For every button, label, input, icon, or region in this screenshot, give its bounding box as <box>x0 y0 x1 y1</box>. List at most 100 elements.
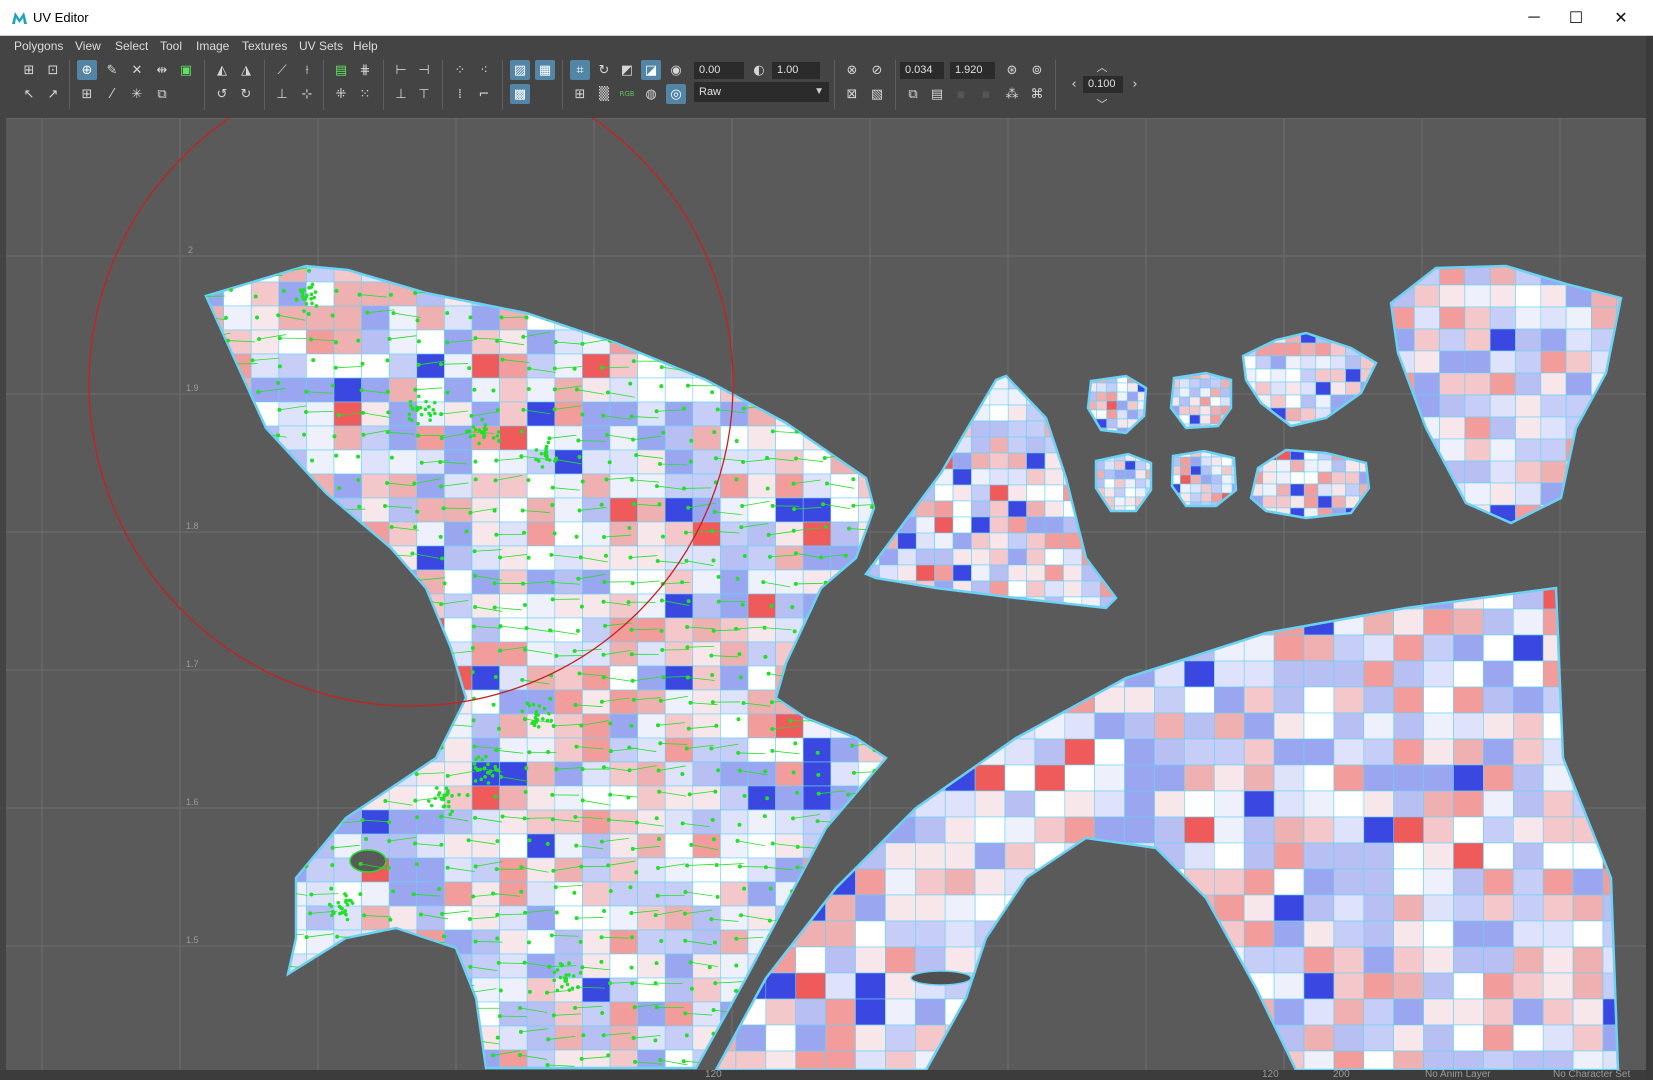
uv-face <box>1094 1024 1125 1052</box>
menu-textures[interactable]: Textures <box>242 39 287 53</box>
rotate-cw-icon[interactable]: ↻ <box>236 84 256 104</box>
align-top-icon[interactable]: ⊤ <box>414 84 434 104</box>
menu-image[interactable]: Image <box>196 39 229 53</box>
uv-select-icon[interactable]: ⊡ <box>43 60 63 80</box>
grid-snap-icon[interactable]: ⁞ <box>450 84 470 104</box>
flip-v-icon[interactable]: ◮ <box>236 60 256 80</box>
uv-edge <box>819 599 847 603</box>
uv-face <box>1190 474 1202 485</box>
uv-toolkit-icon[interactable]: ⌘ <box>1027 84 1047 104</box>
uv-shell-select-icon[interactable]: ⊞ <box>19 60 39 80</box>
delete-uv-icon[interactable]: ✕ <box>127 60 147 80</box>
uv-face <box>1034 790 1066 818</box>
color-management-icon[interactable]: ◎ <box>666 84 686 104</box>
paste-uv-icon[interactable]: ▤ <box>927 84 947 104</box>
sew-uv-icon[interactable]: ⇹ <box>152 60 172 80</box>
uv-face <box>879 404 899 422</box>
gamma-icon[interactable]: ◐ <box>749 60 769 80</box>
stack-shells-icon[interactable]: ⁜ <box>331 84 351 104</box>
menu-uv-sets[interactable]: UV Sets <box>299 39 343 53</box>
step-up-icon[interactable]: ︿ <box>1092 57 1112 77</box>
uv-face <box>1243 998 1275 1026</box>
checker-map-icon[interactable]: ▦ <box>535 60 555 80</box>
uv-vertex <box>844 672 849 677</box>
paste-v-icon[interactable]: ▪ <box>976 84 996 104</box>
uv-viewport[interactable]: 2 1.9 1.8 1.7 1.6 1.5 <box>6 118 1646 1070</box>
grid-display-icon[interactable]: ⊞ <box>570 84 590 104</box>
uv-canvas[interactable]: 2 1.9 1.8 1.7 1.6 1.5 <box>6 118 1646 1070</box>
unstack-shells-icon[interactable]: ⁙ <box>355 84 375 104</box>
texel-density-get-icon[interactable]: ⊗ <box>842 60 862 80</box>
shade-uv-icon[interactable]: ◩ <box>617 60 637 80</box>
uv-face <box>250 1025 280 1051</box>
maximize-button[interactable]: ☐ <box>1553 0 1599 35</box>
sew-tool-icon[interactable]: ⁄ <box>102 84 122 104</box>
menu-tool[interactable]: Tool <box>160 39 182 53</box>
uv-link-icon[interactable]: ⊚ <box>1027 60 1047 80</box>
distortion-shader-icon[interactable]: ▩ <box>510 84 530 104</box>
step-right-icon[interactable]: › <box>1125 74 1145 94</box>
map-size-field[interactable]: 1.920 <box>950 62 995 79</box>
uv-face <box>1214 894 1245 922</box>
cycle-uv-icon[interactable]: ⁂ <box>1002 84 1022 104</box>
select-arrow-icon[interactable]: ↖ <box>19 84 39 104</box>
optimize-icon[interactable]: ✳ <box>127 84 147 104</box>
paste-u-icon[interactable]: ▪ <box>951 84 971 104</box>
flip-u-icon[interactable]: ◭ <box>212 60 232 80</box>
rgb-channels-icon[interactable]: RGB <box>617 84 637 104</box>
uv-vertex <box>850 411 855 416</box>
step-down-icon[interactable]: ﹀ <box>1092 94 1112 114</box>
uv-shells[interactable] <box>196 258 1642 1070</box>
step-field[interactable]: 0.100 <box>1083 76 1123 93</box>
snap-icon[interactable]: ⁖ <box>474 60 494 80</box>
uv-vertex <box>304 302 309 306</box>
uv-move-tool-icon[interactable]: ⊕ <box>77 60 97 80</box>
uv-face <box>1273 894 1305 922</box>
menu-view[interactable]: View <box>75 39 101 53</box>
uv-face <box>1333 868 1365 896</box>
texel-density-set-icon[interactable]: ⊘ <box>867 60 887 80</box>
unpin-uv-icon[interactable]: ⊹ <box>297 84 317 104</box>
grid-uv-icon[interactable]: ⋕ <box>355 60 375 80</box>
distribute-icon[interactable]: ⁘ <box>450 60 470 80</box>
select-shortest-edge-icon[interactable]: ↗ <box>43 84 63 104</box>
menu-select[interactable]: Select <box>115 39 148 53</box>
exposure-field[interactable]: 0.00 <box>694 62 744 79</box>
align-right-icon[interactable]: ⊣ <box>414 60 434 80</box>
gamma-field[interactable]: 1.00 <box>772 62 820 79</box>
menu-help[interactable]: Help <box>353 39 378 53</box>
texture-border-icon[interactable]: ◪ <box>641 60 661 80</box>
uv-distribution-icon[interactable]: ⊠ <box>842 84 862 104</box>
rotate-ccw-icon[interactable]: ↺ <box>212 84 232 104</box>
dim-image-icon[interactable]: ▒ <box>594 84 614 104</box>
uv-face <box>206 761 224 787</box>
copy-uv-icon[interactable]: ⧉ <box>903 84 923 104</box>
layout-icon[interactable]: ▤ <box>331 60 351 80</box>
pixel-snap-icon[interactable]: ⌗ <box>570 60 590 80</box>
symmetrize-icon[interactable]: ⧉ <box>152 84 172 104</box>
minimize-button[interactable]: ─ <box>1511 0 1557 35</box>
align-left-icon[interactable]: ⊢ <box>391 60 411 80</box>
cut-uv-icon[interactable]: ✎ <box>102 60 122 80</box>
uv-face <box>825 588 856 610</box>
step-left-icon[interactable]: ‹ <box>1064 74 1084 94</box>
pin-uv-icon[interactable]: ⊥ <box>272 84 292 104</box>
texel-density-field[interactable]: 0.034 <box>900 62 944 79</box>
straighten-uv-icon[interactable]: ⟋ <box>272 60 292 80</box>
exposure-icon[interactable]: ◉ <box>666 60 686 80</box>
cut-tool-icon[interactable]: ⊞ <box>77 84 97 104</box>
display-image-icon[interactable]: ▨ <box>510 60 530 80</box>
color-space-dropdown[interactable]: Raw ▼ <box>694 82 829 102</box>
uv-coords-icon[interactable]: ⊛ <box>1002 60 1022 80</box>
close-button[interactable]: ✕ <box>1598 0 1644 35</box>
menu-polygons[interactable]: Polygons <box>14 39 63 53</box>
uv-face <box>1572 868 1604 896</box>
uv-vertex <box>333 550 338 555</box>
align-bottom-icon[interactable]: ⊥ <box>391 84 411 104</box>
match-uv-icon[interactable]: ⌐ <box>474 84 494 104</box>
image-range-icon[interactable]: ▧ <box>867 84 887 104</box>
unfold-icon[interactable]: ▣ <box>176 60 196 80</box>
view-transform-icon[interactable]: ◍ <box>641 84 661 104</box>
refresh-icon[interactable]: ↻ <box>594 60 614 80</box>
smooth-uv-icon[interactable]: ⟊ <box>297 60 317 80</box>
